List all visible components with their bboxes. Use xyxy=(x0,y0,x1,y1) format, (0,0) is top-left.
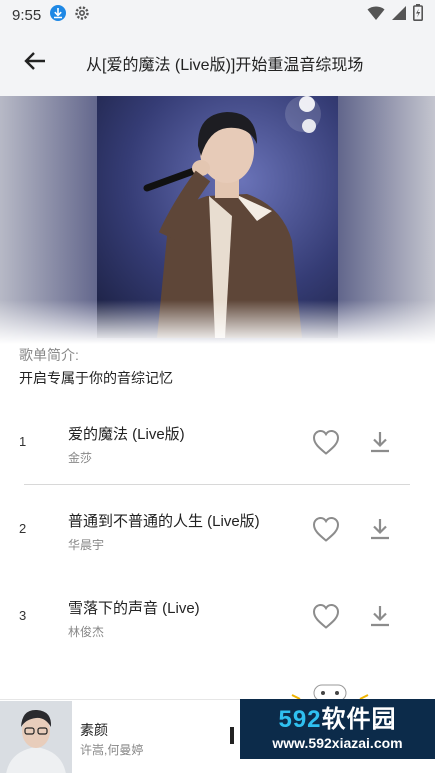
favorite-button[interactable] xyxy=(311,515,341,543)
play-pause-button[interactable] xyxy=(230,727,234,744)
track-title: 普通到不普通的人生 (Live版) xyxy=(68,513,260,530)
player-album-art xyxy=(0,701,72,773)
track-title: 爱的魔法 (Live版) xyxy=(68,426,185,443)
track-number: 3 xyxy=(19,608,27,623)
download-arrow-icon xyxy=(367,606,393,634)
watermark-url: www.592xiazai.com xyxy=(272,735,403,751)
page-title: 从[爱的魔法 (Live版)]开始重温音综现场 xyxy=(86,57,364,74)
battery-icon xyxy=(413,4,423,26)
toolbar: 从[爱的魔法 (Live版)]开始重温音综现场 xyxy=(0,30,435,96)
track-artist: 金莎 xyxy=(68,451,93,465)
player-song-title: 素颜 xyxy=(80,722,108,738)
track-number: 2 xyxy=(19,521,27,536)
download-icon xyxy=(49,4,67,27)
status-bar: 9:55 xyxy=(0,0,435,30)
heart-icon xyxy=(311,516,341,547)
download-button[interactable] xyxy=(367,428,393,456)
track-artist: 林俊杰 xyxy=(68,625,105,639)
status-time: 9:55 xyxy=(12,6,42,24)
download-arrow-icon xyxy=(367,432,393,460)
download-button[interactable] xyxy=(367,602,393,630)
track-row[interactable]: 2 普通到不普通的人生 (Live版) 华晨宇 xyxy=(0,493,435,563)
playlist-header-background xyxy=(0,96,435,344)
track-row[interactable]: 1 爱的魔法 (Live版) 金莎 xyxy=(0,406,435,476)
track-title: 雪落下的声音 (Live) xyxy=(68,600,200,617)
heart-icon xyxy=(311,429,341,460)
track-number: 1 xyxy=(19,434,27,449)
intro-text: 开启专属于你的音综记忆 xyxy=(19,370,173,386)
arrow-left-icon xyxy=(24,51,46,76)
wifi-icon xyxy=(367,5,385,26)
watermark-digits: 592 xyxy=(278,706,322,733)
watermark-logo: 592软件园 www.592xiazai.com xyxy=(240,699,435,759)
track-artist: 华晨宇 xyxy=(68,538,105,552)
download-arrow-icon xyxy=(367,519,393,547)
favorite-button[interactable] xyxy=(311,602,341,630)
watermark-text: 软件园 xyxy=(321,706,397,733)
player-song-artist: 许嵩,何曼婷 xyxy=(80,743,144,757)
back-button[interactable] xyxy=(10,38,60,88)
track-row[interactable]: 3 雪落下的声音 (Live) 林俊杰 xyxy=(0,580,435,650)
gear-icon xyxy=(73,4,91,27)
heart-icon xyxy=(311,603,341,634)
favorite-button[interactable] xyxy=(311,428,341,456)
intro-label: 歌单简介: xyxy=(19,347,79,363)
download-button[interactable] xyxy=(367,515,393,543)
signal-icon xyxy=(391,5,407,26)
divider xyxy=(24,484,410,485)
playlist-intro: 歌单简介: 开启专属于你的音综记忆 xyxy=(19,346,173,388)
